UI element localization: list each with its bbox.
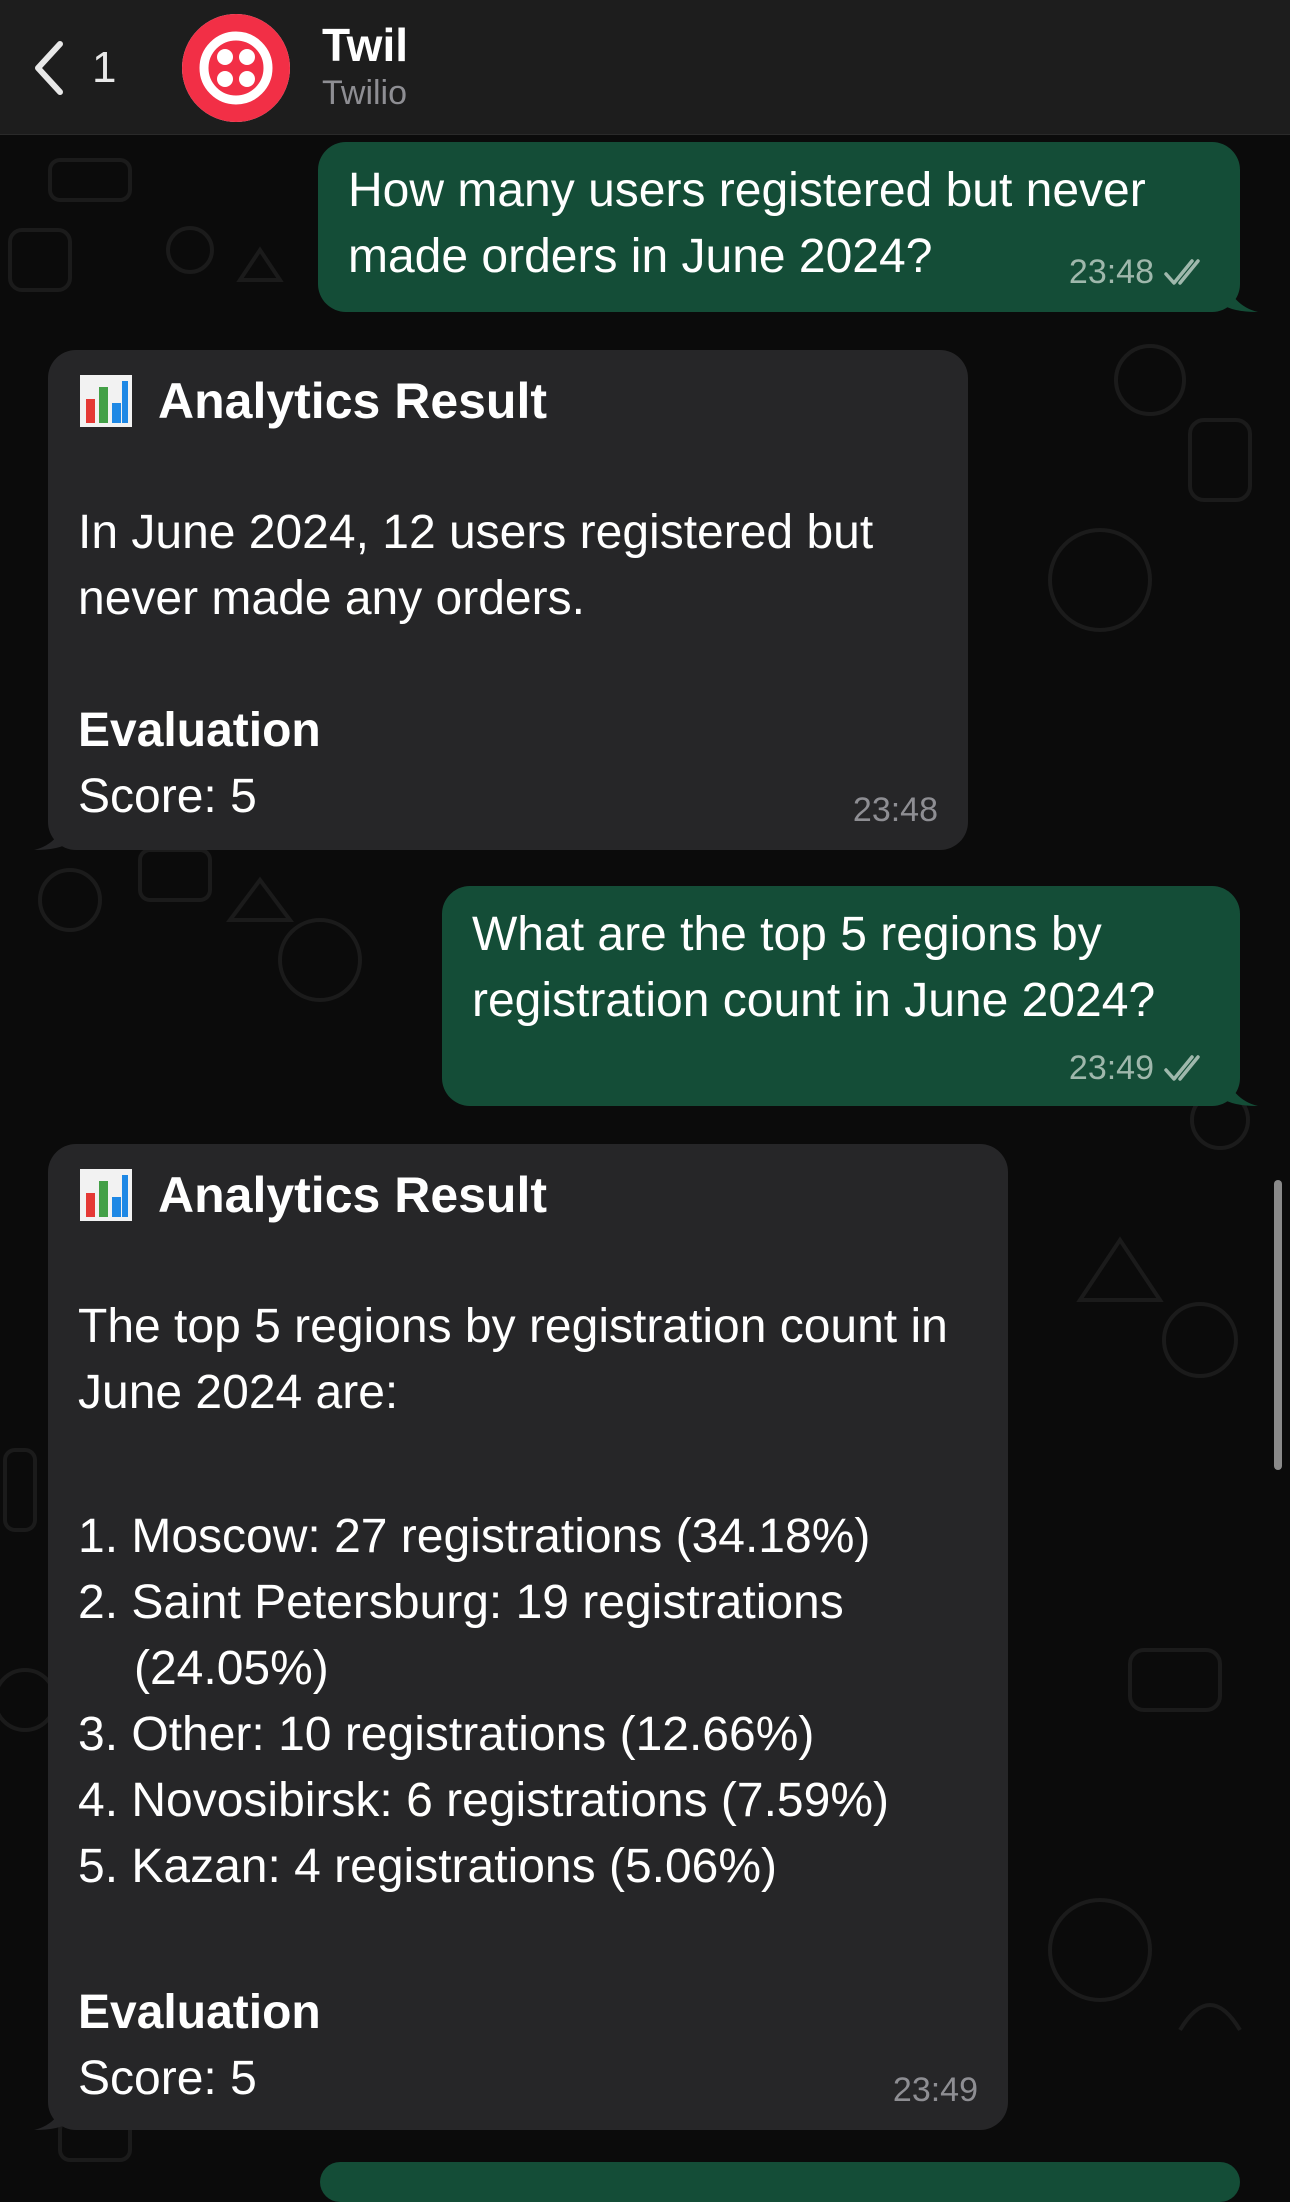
result-title-text: Analytics Result bbox=[158, 1167, 548, 1223]
message-time: 23:49 bbox=[892, 2071, 978, 2109]
result-title: Analytics Result bbox=[78, 1162, 978, 1228]
double-check-icon bbox=[1164, 258, 1200, 285]
message-meta: 23:49 bbox=[893, 2071, 978, 2110]
chat-header: 1 Twil Twilio bbox=[0, 0, 1290, 135]
outgoing-message[interactable]: What are the top 5 regions by registrati… bbox=[442, 886, 1240, 1106]
message-text: What are the top 5 regions by registrati… bbox=[472, 908, 1156, 1027]
result-title-text: Analytics Result bbox=[158, 373, 548, 429]
message-meta: 23:48 bbox=[853, 791, 938, 830]
region-list: 1. Moscow: 27 registrations (34.18%) 2. … bbox=[78, 1504, 978, 1900]
result-body: In June 2024, 12 users registered but ne… bbox=[78, 506, 887, 625]
twilio-logo-icon bbox=[182, 14, 290, 122]
evaluation-score: Score: 5 bbox=[78, 2052, 257, 2105]
message-meta: 23:48 bbox=[1069, 253, 1210, 292]
list-item: 4. Novosibirsk: 6 registrations (7.59%) bbox=[78, 1774, 889, 1827]
bubble-tail bbox=[34, 812, 70, 850]
scrollbar[interactable] bbox=[1274, 1180, 1282, 1470]
result-body: The top 5 regions by registration count … bbox=[78, 1300, 962, 1419]
message-time: 23:48 bbox=[852, 791, 938, 829]
double-check-icon bbox=[1164, 1054, 1200, 1081]
avatar[interactable] bbox=[182, 14, 290, 122]
bubble-tail bbox=[1222, 1068, 1258, 1106]
list-item: 1. Moscow: 27 registrations (34.18%) bbox=[78, 1510, 871, 1563]
outgoing-message[interactable]: How many users registered but never made… bbox=[318, 142, 1240, 312]
incoming-message[interactable]: Analytics Result The top 5 regions by re… bbox=[48, 1144, 1008, 2130]
bar-chart-icon bbox=[80, 375, 132, 427]
evaluation-heading: Evaluation bbox=[78, 704, 321, 757]
chat-subtitle: Twilio bbox=[322, 74, 408, 112]
message-time: 23:49 bbox=[1068, 1049, 1154, 1087]
list-item: 5. Kazan: 4 registrations (5.06%) bbox=[78, 1840, 778, 1893]
evaluation-score: Score: 5 bbox=[78, 770, 257, 823]
message-time: 23:48 bbox=[1068, 253, 1154, 291]
bubble-tail bbox=[34, 2092, 70, 2130]
bubble-tail bbox=[1222, 274, 1258, 312]
list-item: 2. Saint Petersburg: 19 registrations (2… bbox=[78, 1576, 844, 1695]
chat-name[interactable]: Twil bbox=[322, 18, 408, 72]
result-title: Analytics Result bbox=[78, 368, 938, 434]
outgoing-message-partial[interactable] bbox=[320, 2162, 1240, 2202]
chevron-left-icon bbox=[35, 41, 63, 95]
list-item: 3. Other: 10 registrations (12.66%) bbox=[78, 1708, 815, 1761]
unread-count: 1 bbox=[92, 43, 117, 92]
bar-chart-icon bbox=[80, 1169, 132, 1221]
back-button[interactable]: 1 bbox=[30, 28, 150, 108]
evaluation-heading: Evaluation bbox=[78, 1986, 321, 2039]
message-meta: 23:49 bbox=[1069, 1049, 1210, 1088]
incoming-message[interactable]: Analytics Result In June 2024, 12 users … bbox=[48, 350, 968, 850]
